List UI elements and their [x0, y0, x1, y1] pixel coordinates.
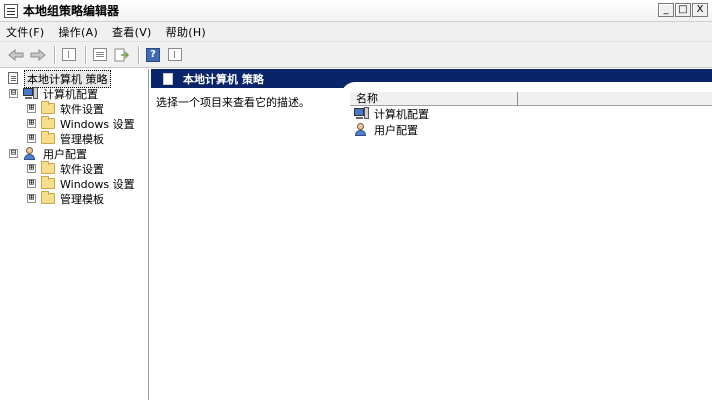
- show-action-pane-button[interactable]: [165, 45, 185, 65]
- folder-icon: [41, 101, 55, 114]
- folder-icon: [41, 116, 55, 129]
- properties-button[interactable]: [90, 45, 110, 65]
- menu-help[interactable]: 帮助(H): [166, 24, 206, 40]
- toolbar-separator: [138, 45, 139, 64]
- details-pane: 本地计算机 策略 选择一个项目来查看它的描述。 名称 计算机配置 用户配置: [151, 69, 712, 400]
- folder-icon: [41, 131, 55, 144]
- tree-item-label: 管理模板: [60, 132, 104, 146]
- console-tree[interactable]: 本地计算机 策略 ⊟ 计算机配置 ⊞ 软件设置 ⊞ Windows 设置 ⊞ 管…: [0, 69, 149, 400]
- tree-item-admin-templates[interactable]: ⊞ 管理模板: [27, 131, 104, 146]
- item-description: 选择一个项目来查看它的描述。: [156, 96, 310, 109]
- tree-item-computer-config[interactable]: ⊟ 计算机配置: [9, 86, 98, 101]
- minimize-button[interactable]: _: [658, 3, 674, 17]
- window-title: 本地组策略编辑器: [23, 4, 120, 18]
- user-icon: [23, 146, 39, 161]
- tree-item-label: 软件设置: [60, 102, 104, 116]
- tree-item-admin-templates[interactable]: ⊞ 管理模板: [27, 191, 104, 206]
- help-icon: ?: [146, 47, 160, 62]
- list-column-header: 名称: [350, 91, 712, 106]
- forward-button[interactable]: [28, 45, 48, 65]
- tree-item-user-config[interactable]: ⊟ 用户配置: [9, 146, 87, 161]
- close-button[interactable]: X: [692, 3, 708, 17]
- list-item-user-config[interactable]: 用户配置: [354, 122, 418, 137]
- tree-item-label: 用户配置: [43, 147, 87, 161]
- title-bar: 本地组策略编辑器 _ □ X: [0, 0, 712, 22]
- toolbar: ?: [0, 42, 712, 68]
- forward-arrow-icon: [30, 48, 46, 61]
- list-item-label: 计算机配置: [374, 107, 429, 121]
- policy-document-icon: [161, 72, 175, 85]
- expand-toggle[interactable]: ⊞: [27, 164, 36, 173]
- folder-icon: [41, 176, 55, 189]
- console-tree-icon: [62, 48, 76, 61]
- menu-view[interactable]: 查看(V): [112, 24, 152, 40]
- folder-icon: [41, 161, 55, 174]
- tree-item-software-settings[interactable]: ⊞ 软件设置: [27, 101, 104, 116]
- toolbar-separator: [85, 45, 86, 64]
- back-arrow-icon: [8, 48, 24, 61]
- computer-icon: [23, 87, 39, 100]
- window-controls: _ □ X: [658, 3, 708, 17]
- collapse-toggle[interactable]: ⊟: [9, 149, 18, 158]
- tree-item-software-settings[interactable]: ⊞ 软件设置: [27, 161, 104, 176]
- list-item-computer-config[interactable]: 计算机配置: [354, 106, 429, 121]
- action-pane-icon: [168, 48, 182, 61]
- folder-icon: [41, 191, 55, 204]
- details-header-title: 本地计算机 策略: [183, 72, 264, 86]
- tree-item-label: Windows 设置: [60, 117, 135, 131]
- tree-root[interactable]: 本地计算机 策略: [5, 69, 111, 88]
- user-icon: [354, 122, 370, 137]
- tree-item-label: Windows 设置: [60, 177, 135, 191]
- maximize-button[interactable]: □: [675, 3, 691, 17]
- back-button[interactable]: [6, 45, 26, 65]
- export-list-icon: [114, 48, 130, 61]
- toolbar-separator: [54, 45, 55, 64]
- menu-action[interactable]: 操作(A): [58, 24, 98, 40]
- policy-document-icon: [5, 72, 20, 85]
- collapse-toggle[interactable]: ⊟: [9, 89, 18, 98]
- expand-toggle[interactable]: ⊞: [27, 194, 36, 203]
- menu-bar: 文件(F) 操作(A) 查看(V) 帮助(H): [0, 22, 712, 42]
- tree-item-windows-settings[interactable]: ⊞ Windows 设置: [27, 176, 135, 191]
- help-button[interactable]: ?: [143, 45, 163, 65]
- show-hide-tree-button[interactable]: [59, 45, 79, 65]
- expand-toggle[interactable]: ⊞: [27, 119, 36, 128]
- expand-toggle[interactable]: ⊞: [27, 104, 36, 113]
- tree-item-label: 计算机配置: [43, 87, 98, 101]
- list-item-label: 用户配置: [374, 123, 418, 137]
- expand-toggle[interactable]: ⊞: [27, 179, 36, 188]
- policy-editor-icon: [4, 3, 18, 18]
- properties-icon: [93, 48, 107, 61]
- tree-item-label: 软件设置: [60, 162, 104, 176]
- menu-file[interactable]: 文件(F): [6, 24, 44, 40]
- tree-item-windows-settings[interactable]: ⊞ Windows 设置: [27, 116, 135, 131]
- column-name-header[interactable]: 名称: [350, 92, 518, 106]
- tree-item-label: 管理模板: [60, 192, 104, 206]
- export-list-button[interactable]: [112, 45, 132, 65]
- computer-icon: [354, 107, 370, 120]
- expand-toggle[interactable]: ⊞: [27, 134, 36, 143]
